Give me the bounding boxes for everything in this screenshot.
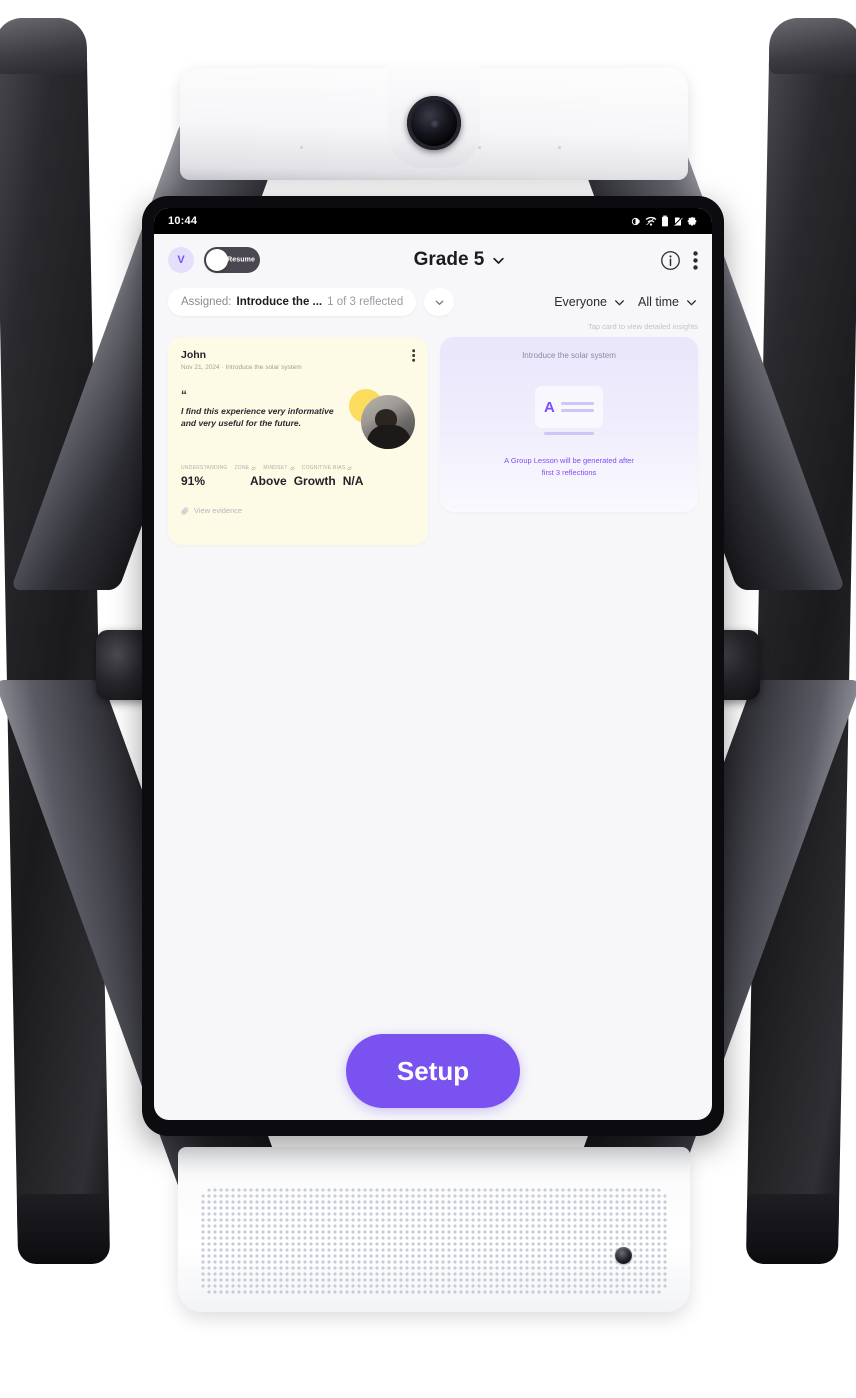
lesson-doc-letter: A	[544, 398, 555, 416]
lesson-note-line-2: first 3 reflections	[541, 468, 597, 477]
tablet-device: 10:44 V Resume Grade 5 Assigned: Introdu…	[142, 196, 724, 1136]
metric-value: 91%	[181, 474, 206, 488]
setup-button[interactable]: Setup	[346, 1034, 520, 1108]
lesson-document-icon: A	[535, 386, 603, 428]
kebab-menu-icon[interactable]	[693, 250, 698, 270]
metrics-labels: UNDERSTANDING ZONE MINDSET COGNITIVE BIA…	[181, 465, 415, 471]
chevron-down-icon	[615, 299, 624, 305]
info-circle-icon[interactable]	[660, 250, 681, 271]
frame-post-cap-left	[0, 18, 88, 74]
frame-post-right	[745, 18, 856, 1264]
frame-post-foot-left	[16, 1194, 111, 1264]
frame-post-foot-right	[745, 1194, 840, 1264]
app-header: V Resume Grade 5	[154, 234, 712, 286]
status-bar: 10:44	[154, 208, 712, 234]
audience-filter-label: Everyone	[554, 295, 608, 309]
reflection-quote: I find this experience very informative …	[181, 406, 334, 429]
filter-selects: Everyone All time	[554, 295, 698, 309]
setup-button-area: Setup	[154, 1034, 712, 1120]
eye-off-icon	[289, 465, 295, 471]
filter-bar: Assigned: Introduce the ... 1 of 3 refle…	[154, 286, 712, 316]
gear-icon	[687, 216, 697, 226]
tablet-screen: 10:44 V Resume Grade 5 Assigned: Introdu…	[154, 208, 712, 1120]
brightness-icon	[631, 217, 640, 225]
student-photo	[349, 389, 415, 451]
metric-label: ZONE	[235, 465, 257, 471]
student-avatar-image	[361, 395, 415, 449]
resume-toggle[interactable]: Resume	[204, 247, 260, 273]
metric-label-text: ZONE	[234, 465, 250, 471]
header-actions	[660, 250, 698, 271]
reflection-card[interactable]: John Nov 21, 2024 · Introduce the solar …	[168, 337, 428, 545]
camera-pin	[558, 146, 561, 149]
toggle-label: Resume	[227, 256, 255, 264]
group-lesson-card[interactable]: Introduce the solar system A A Group Les…	[440, 337, 698, 512]
chevron-down-icon	[493, 257, 505, 264]
frame-post-left	[0, 18, 111, 1264]
time-range-filter[interactable]: All time	[638, 295, 698, 309]
screenshot-stage: 10:44 V Resume Grade 5 Assigned: Introdu…	[0, 0, 856, 1398]
wifi-icon	[645, 216, 657, 226]
lesson-card-title: Introduce the solar system	[522, 351, 616, 360]
assigned-filter-chip[interactable]: Assigned: Introduce the ... 1 of 3 refle…	[168, 288, 417, 316]
metric-value: N/A	[342, 474, 364, 488]
battery-icon	[662, 215, 668, 227]
metric-label-text: UNDERSTANDING	[181, 465, 228, 471]
chevron-down-icon	[435, 300, 444, 305]
lesson-doc-underline	[544, 431, 594, 435]
quote-mark-icon: “	[181, 388, 187, 402]
eye-off-icon	[251, 465, 257, 471]
metric-label-text: COGNITIVE BIAS	[301, 465, 346, 471]
assigned-expand-button[interactable]	[424, 288, 455, 316]
lesson-note-line-1: A Group Lesson will be generated after	[504, 456, 634, 465]
kebab-menu-icon[interactable]	[411, 349, 415, 367]
reflection-card-header: John Nov 21, 2024 · Introduce the solar …	[181, 349, 415, 371]
lesson-card-note: A Group Lesson will be generated after f…	[504, 455, 634, 479]
status-icon-group	[630, 215, 698, 227]
speaker-housing	[178, 1147, 690, 1312]
view-evidence-link[interactable]: View evidence	[181, 506, 415, 515]
metric-label: UNDERSTANDING	[181, 465, 228, 471]
frame-post-cap-right	[768, 18, 856, 74]
camera-housing	[180, 64, 688, 180]
assigned-label: Assigned:	[181, 296, 232, 308]
speaker-port-icon	[615, 1247, 632, 1264]
metric-value: Growth	[293, 474, 336, 488]
page-title-group[interactable]: Grade 5	[270, 249, 650, 271]
metric-label: COGNITIVE BIAS	[302, 465, 353, 471]
sim-off-icon	[673, 216, 683, 226]
camera-pin	[478, 146, 481, 149]
metrics-values: 91% Above Growth N/A	[181, 474, 415, 488]
avatar[interactable]: V	[168, 247, 194, 273]
metric-label: MINDSET	[263, 465, 295, 471]
camera-lens-icon	[407, 96, 461, 150]
metrics-block: UNDERSTANDING ZONE MINDSET COGNITIVE BIA…	[181, 465, 415, 488]
reflection-body: “ I find this experience very informativ…	[181, 387, 415, 451]
student-name: John	[181, 349, 207, 361]
chevron-down-icon	[687, 299, 696, 305]
assigned-count: 1 of 3 reflected	[327, 296, 404, 308]
reflection-quote-block: “ I find this experience very informativ…	[181, 387, 347, 451]
toggle-knob	[206, 249, 228, 271]
camera-pin	[300, 146, 303, 149]
view-evidence-label: View evidence	[194, 506, 243, 515]
page-title: Grade 5	[413, 249, 485, 270]
time-range-filter-label: All time	[638, 295, 679, 309]
insights-hint: Tap card to view detailed insights	[587, 322, 698, 331]
paperclip-icon	[181, 506, 189, 514]
lesson-doc-lines	[560, 401, 594, 413]
status-clock: 10:44	[168, 215, 198, 227]
audience-filter[interactable]: Everyone	[554, 295, 626, 309]
card-grid: John Nov 21, 2024 · Introduce the solar …	[154, 331, 712, 1034]
eye-off-icon	[347, 465, 353, 471]
reflection-meta: Nov 21, 2024 · Introduce the solar syste…	[181, 364, 302, 371]
assigned-value: Introduce the ...	[236, 296, 323, 308]
metric-value: Above	[250, 474, 287, 488]
metric-label-text: MINDSET	[263, 465, 288, 471]
speaker-grille-icon	[200, 1187, 668, 1296]
